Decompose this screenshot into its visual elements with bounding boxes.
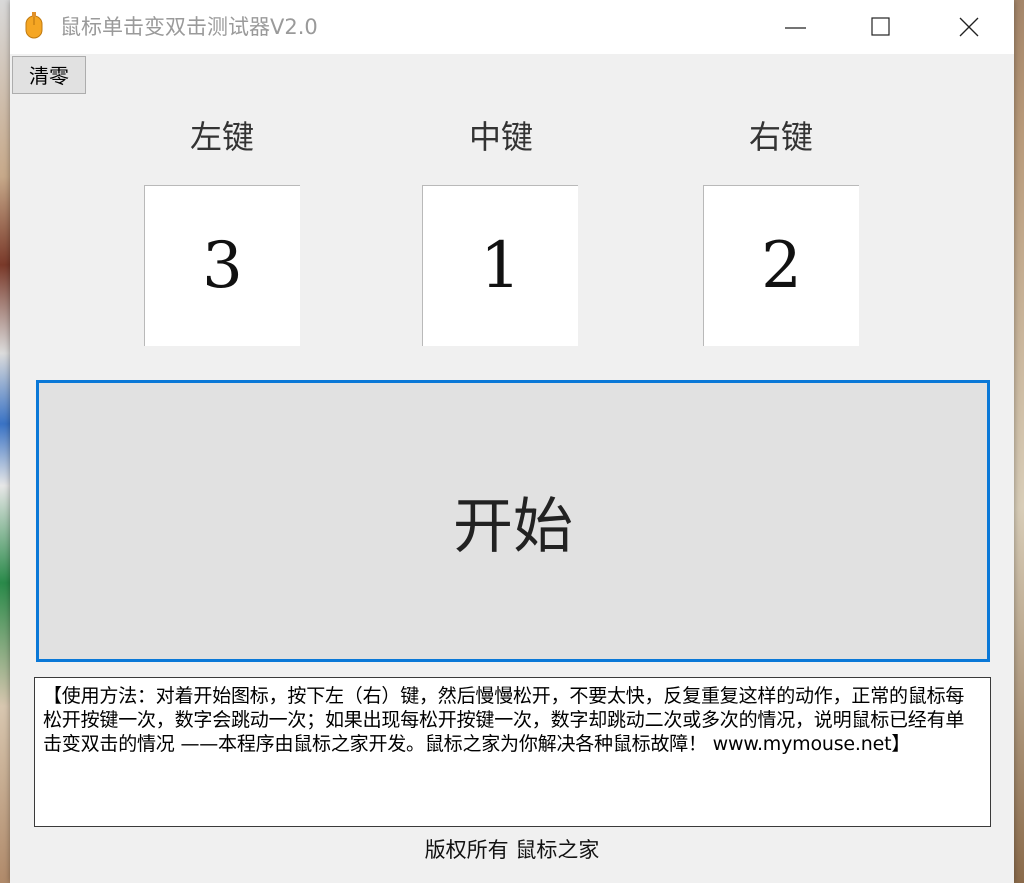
- minimize-button[interactable]: [752, 0, 840, 54]
- start-button[interactable]: 开始: [36, 380, 990, 662]
- mouse-icon: [24, 12, 44, 40]
- left-key-count: 3: [144, 185, 300, 346]
- middle-key-count: 1: [422, 185, 578, 346]
- copyright-footer: 版权所有 鼠标之家: [424, 838, 600, 862]
- window-title: 鼠标单击变双击测试器V2.0: [60, 15, 318, 39]
- app-window: 鼠标单击变双击测试器V2.0 清零 左键 中键 右键 3 1 2 开始 【使用方…: [10, 0, 1014, 883]
- close-button[interactable]: [924, 0, 1012, 54]
- start-button-label: 开始: [453, 491, 573, 562]
- middle-key-label: 中键: [468, 118, 533, 156]
- left-key-label: 左键: [189, 118, 254, 156]
- minimize-icon: [785, 27, 806, 29]
- instructions-textarea[interactable]: 【使用方法：对着开始图标，按下左（右）键，然后慢慢松开，不要太快，反复重复这样的…: [34, 677, 991, 827]
- instructions-text: 【使用方法：对着开始图标，按下左（右）键，然后慢慢松开，不要太快，反复重复这样的…: [43, 685, 965, 755]
- maximize-button[interactable]: [836, 0, 924, 54]
- right-key-label: 右键: [748, 118, 813, 156]
- maximize-icon: [871, 17, 890, 36]
- right-key-count: 2: [703, 185, 859, 346]
- close-icon: [959, 17, 979, 37]
- title-bar[interactable]: 鼠标单击变双击测试器V2.0: [10, 0, 1014, 54]
- clear-button[interactable]: 清零: [12, 56, 86, 94]
